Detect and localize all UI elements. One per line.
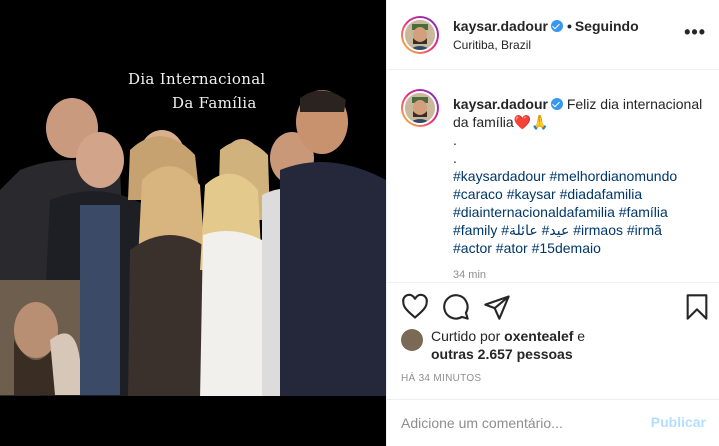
heart-icon[interactable]: [401, 293, 429, 321]
likes-text: Curtido por oxentealef e outras 2.657 pe…: [431, 327, 691, 363]
overlay-title-line2: Da Família: [172, 94, 257, 112]
caption-avatar[interactable]: [401, 89, 439, 127]
avatar[interactable]: [401, 16, 439, 54]
caption-area: kaysar.dadour Feliz dia internacional da…: [387, 71, 719, 281]
caption-hashtags[interactable]: #kaysardadour #melhordianomundo #caraco …: [453, 168, 677, 256]
bookmark-icon[interactable]: [683, 293, 711, 321]
publish-button[interactable]: Publicar: [651, 414, 706, 430]
caption-dot: .: [453, 150, 457, 166]
avatar-image: [405, 93, 435, 123]
caption-emoji: ❤️🙏: [513, 114, 549, 130]
post-actions: Curtido por oxentealef e outras 2.657 pe…: [387, 282, 719, 400]
comment-input[interactable]: [401, 412, 641, 434]
add-comment-bar: Publicar: [387, 400, 719, 446]
verified-badge-icon: [550, 20, 563, 32]
header-username[interactable]: kaysar.dadour: [453, 18, 548, 34]
likes-others[interactable]: outras 2.657 pessoas: [431, 346, 573, 362]
caption-time: 34 min: [453, 269, 487, 281]
verified-badge-icon: [550, 98, 563, 110]
post-media[interactable]: Dia Internacional Da Família: [0, 0, 386, 446]
post-timestamp[interactable]: HÁ 34 MINUTOS: [401, 373, 481, 384]
liker-username[interactable]: oxentealef: [504, 328, 573, 344]
overlay-title-line1: Dia Internacional: [128, 70, 266, 88]
following-button[interactable]: Seguindo: [575, 18, 639, 34]
post-header: kaysar.dadour • Seguindo Curitiba, Brazil …: [387, 0, 719, 70]
paper-plane-icon[interactable]: [483, 293, 511, 321]
liker-avatar[interactable]: [401, 329, 423, 351]
post-location[interactable]: Curitiba, Brazil: [453, 38, 531, 52]
caption-text: kaysar.dadour Feliz dia internacional da…: [453, 95, 703, 257]
likes-prefix: Curtido por: [431, 328, 501, 344]
avatar-image: [405, 20, 435, 50]
caption-dot: .: [453, 132, 457, 148]
more-options-icon[interactable]: •••: [684, 22, 706, 43]
header-separator: •: [566, 18, 572, 34]
likes-joiner: e: [577, 328, 586, 344]
comment-icon[interactable]: [442, 293, 470, 321]
family-photo: [0, 0, 386, 446]
post-side-panel: kaysar.dadour • Seguindo Curitiba, Brazil …: [386, 0, 719, 446]
caption-username[interactable]: kaysar.dadour: [453, 96, 548, 112]
